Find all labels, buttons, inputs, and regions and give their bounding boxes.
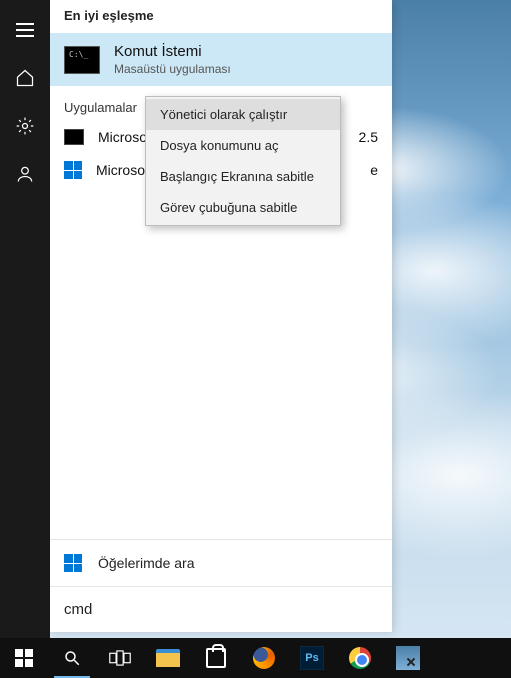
start-button[interactable]: [0, 638, 48, 678]
app-result-suffix: e: [370, 162, 378, 178]
context-run-as-admin[interactable]: Yönetici olarak çalıştır: [146, 99, 340, 130]
windows-app-icon: [64, 161, 82, 179]
cmd-small-icon: [64, 129, 84, 145]
start-left-rail: [0, 0, 50, 638]
start-search-panel: En iyi eşleşme C:\_ Komut İstemi Masaüst…: [50, 0, 392, 632]
firefox-button[interactable]: [240, 638, 288, 678]
context-pin-to-start[interactable]: Başlangıç Ekranına sabitle: [146, 161, 340, 192]
search-input-row: [50, 586, 392, 632]
taskbar: Ps: [0, 638, 511, 678]
store-button[interactable]: [192, 638, 240, 678]
hamburger-icon[interactable]: [0, 6, 50, 54]
search-my-stuff[interactable]: Öğelerimde ara: [50, 539, 392, 586]
store-icon: [206, 648, 226, 668]
windows-start-icon: [15, 649, 33, 667]
best-match-text: Komut İstemi Masaüstü uygulaması: [114, 43, 231, 76]
context-menu: Yönetici olarak çalıştır Dosya konumunu …: [145, 96, 341, 226]
gear-icon[interactable]: [0, 102, 50, 150]
photoshop-icon: Ps: [300, 646, 324, 670]
system-tools-button[interactable]: [384, 638, 432, 678]
home-icon[interactable]: [0, 54, 50, 102]
context-pin-to-taskbar[interactable]: Görev çubuğuna sabitle: [146, 192, 340, 223]
photoshop-button[interactable]: Ps: [288, 638, 336, 678]
chrome-icon: [349, 647, 371, 669]
firefox-icon: [253, 647, 275, 669]
context-open-file-location[interactable]: Dosya konumunu aç: [146, 130, 340, 161]
my-stuff-label: Öğelerimde ara: [98, 555, 195, 571]
best-match-title: Komut İstemi: [114, 43, 231, 60]
search-input[interactable]: [50, 587, 392, 632]
chrome-button[interactable]: [336, 638, 384, 678]
app-result-suffix: 2.5: [359, 129, 378, 145]
task-view-button[interactable]: [96, 638, 144, 678]
file-explorer-button[interactable]: [144, 638, 192, 678]
user-icon[interactable]: [0, 150, 50, 198]
best-match-header: En iyi eşleşme: [50, 0, 392, 33]
folder-icon: [156, 649, 180, 667]
windows-logo-icon: [64, 554, 82, 572]
taskbar-search-button[interactable]: [48, 638, 96, 678]
best-match-result[interactable]: C:\_ Komut İstemi Masaüstü uygulaması: [50, 33, 392, 86]
best-match-subtitle: Masaüstü uygulaması: [114, 62, 231, 76]
tools-icon: [396, 646, 420, 670]
cmd-prompt-icon: C:\_: [64, 46, 100, 74]
